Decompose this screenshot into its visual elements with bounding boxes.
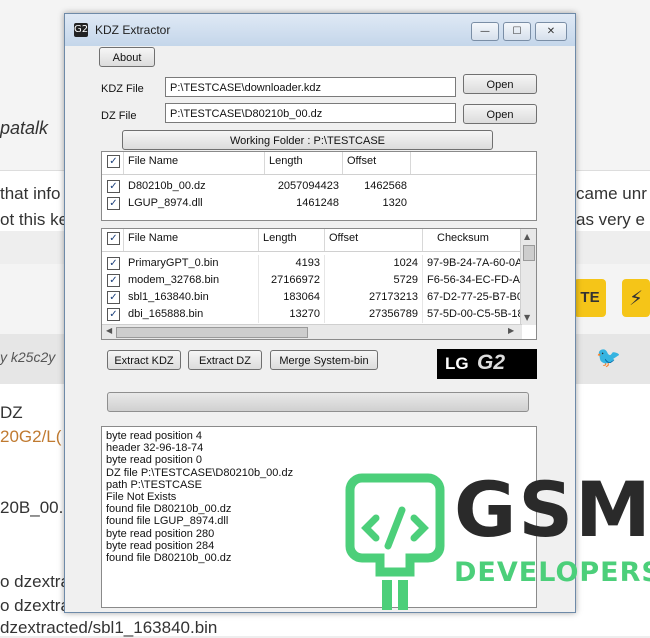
dz-header-length[interactable]: Length [265,152,343,174]
select-all-checkbox[interactable]: ✓ [107,232,120,245]
file-name: modem_32768.bin [124,272,259,289]
row-checkbox[interactable]: ✓ [107,274,120,287]
close-button[interactable]: ✕ [535,22,567,41]
bg-patalk: patalk [0,118,49,138]
dz-header-select[interactable]: ✓ [102,152,124,174]
file-checksum: 57-5D-00-C5-5B-18 [427,308,523,320]
kdz-file-input[interactable]: P:\TESTCASE\downloader.kdz [165,77,456,97]
file-name: dbi_165888.bin [124,306,259,323]
dz-header-offset[interactable]: Offset [343,152,411,174]
file-length: 2057094423 [277,180,339,192]
g2-logo-text: G2 [477,351,506,374]
row-checkbox[interactable]: ✓ [107,291,120,304]
title-bar[interactable]: G2 KDZ Extractor — ☐ ✕ [65,14,575,46]
dz-file-input[interactable]: P:\TESTCASE\D80210b_00.dz [165,103,456,123]
progress-bar [107,392,529,412]
extract-kdz-button[interactable]: Extract KDZ [107,350,181,370]
file-name: sbl1_163840.bin [124,289,259,306]
scroll-left-arrow[interactable]: ◀ [106,326,112,335]
lg-logo-text: LG [445,354,469,373]
dz-header-name[interactable]: File Name [124,152,265,174]
bg-dz: DZ [0,403,23,422]
file-length: 183064 [259,289,325,306]
file-offset: 27173213 [325,289,423,306]
scroll-thumb[interactable] [523,245,535,261]
log-line: byte read position 4 [106,430,203,442]
window-title: KDZ Extractor [95,23,171,37]
file-offset: 1024 [325,255,423,272]
horizontal-scrollbar[interactable]: ◀ ▶ [102,324,522,339]
partition-table-header: ✓ File Name Length Offset Checksum [102,229,523,252]
table-row[interactable]: ✓ dbi_165888.bin 13270 27356789 57-5D-00… [102,306,523,323]
select-all-checkbox[interactable]: ✓ [107,155,120,168]
part-header-offset[interactable]: Offset [325,229,423,251]
row-checkbox[interactable]: ✓ [107,180,120,193]
scroll-thumb[interactable] [116,327,308,338]
bg-as-very: as very e [576,210,645,229]
file-offset: 1320 [382,197,407,209]
log-line: header 32-96-18-74 [106,442,204,455]
file-name: PrimaryGPT_0.bin [124,255,259,272]
maximize-button[interactable]: ☐ [503,22,531,41]
bg-te-badge[interactable]: TE [574,279,606,317]
vertical-scrollbar[interactable]: ▲ ▼ [520,229,536,325]
table-row[interactable]: ✓ sbl1_163840.bin 183064 27173213 67-D2-… [102,289,523,306]
gsm-brand-text: GSM [454,465,650,554]
extract-dz-button[interactable]: Extract DZ [188,350,262,370]
row-checkbox[interactable]: ✓ [107,308,120,321]
bg-came-unr: came unr [576,184,647,203]
part-header-name[interactable]: File Name [124,229,259,251]
part-header-select[interactable]: ✓ [102,229,124,251]
file-checksum: 97-9B-24-7A-60-0A [427,257,523,269]
row-checkbox[interactable]: ✓ [107,197,120,210]
about-button[interactable]: About [99,47,155,67]
scroll-down-arrow[interactable]: ▼ [524,313,530,322]
bolt-icon[interactable]: ⚡ [622,279,650,317]
file-checksum: 67-D2-77-25-B7-B0 [427,291,523,303]
scroll-up-arrow[interactable]: ▲ [524,232,530,241]
bg-path: dzextracted/sbl1_163840.bin [0,618,218,637]
working-folder-button[interactable]: Working Folder : P:\TESTCASE [122,130,493,150]
file-length: 4193 [259,255,325,272]
partition-table[interactable]: ✓ File Name Length Offset Checksum ✓ Pri… [101,228,537,340]
dz-table-header: ✓ File Name Length Offset [102,152,536,175]
minimize-button[interactable]: — [471,22,499,41]
lg-g2-logo: LG G2 [437,349,537,379]
dz-file-table[interactable]: ✓ File Name Length Offset ✓ D80210b_00.d… [101,151,537,221]
bg-link[interactable]: 20G2/L( [0,427,61,447]
dz-file-label: DZ File [101,110,137,122]
bg-p1: o dzextra [0,572,70,591]
kdz-open-button[interactable]: Open [463,74,537,94]
file-length: 1461248 [296,197,339,209]
file-length: 27166972 [259,272,325,289]
dz-open-button[interactable]: Open [463,104,537,124]
file-offset: 1462568 [364,180,407,192]
file-offset: 5729 [325,272,423,289]
app-icon: G2 [74,23,89,37]
gsm-sub-text: DEVELOPERS [454,557,650,588]
bird-icon[interactable]: 🐦 [596,345,621,369]
table-row[interactable]: ✓ LGUP_8974.dll 1461248 1320 [102,195,536,212]
gsm-developers-watermark: GSM DEVELOPERS [340,468,650,618]
gsm-logo-icon [345,473,445,610]
row-checkbox[interactable]: ✓ [107,257,120,270]
table-row[interactable]: ✓ PrimaryGPT_0.bin 4193 1024 97-9B-24-7A… [102,255,523,272]
bg-ot-this: ot this ke [0,210,69,229]
bg-p2: o dzextra [0,596,70,615]
part-header-checksum[interactable]: Checksum [423,229,523,251]
kdz-file-label: KDZ File [101,83,144,95]
part-header-length[interactable]: Length [259,229,325,251]
scroll-right-arrow[interactable]: ▶ [508,326,514,335]
file-length: 13270 [259,306,325,323]
file-name: D80210b_00.dz [128,180,206,192]
file-checksum: F6-56-34-EC-FD-AC [427,274,523,286]
table-row[interactable]: ✓ D80210b_00.dz 2057094423 1462568 [102,178,536,195]
bg-by-user: y k25c2y [0,349,56,365]
table-row[interactable]: ✓ modem_32768.bin 27166972 5729 F6-56-34… [102,272,523,289]
file-name: LGUP_8974.dll [128,197,203,209]
file-offset: 27356789 [325,306,423,323]
bg-that-info: that info [0,184,61,203]
bg-file: 20B_00. [0,498,64,517]
merge-system-bin-button[interactable]: Merge System-bin [270,350,378,370]
